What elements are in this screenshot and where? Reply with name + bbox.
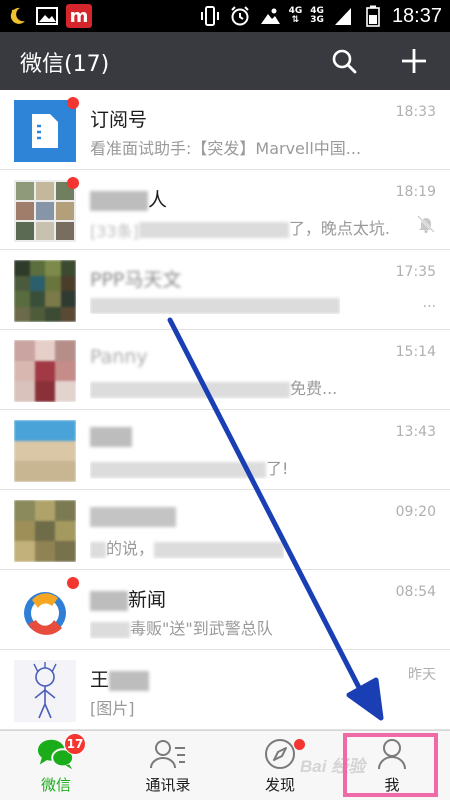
- vibrate-icon: [199, 5, 221, 27]
- chat-time: 17:35: [395, 264, 436, 280]
- mute-bell-icon: [417, 215, 435, 234]
- tab-label: 通讯录: [145, 776, 191, 794]
- status-bar-system: 4G ⇅ 4G 3G 18:37: [199, 3, 442, 29]
- chat-name: 人: [90, 185, 167, 212]
- chat-item[interactable]: PPP马天文 17:35 ...: [0, 250, 450, 330]
- contact-avatar: [14, 420, 76, 482]
- chat-name: [90, 505, 176, 527]
- chat-item[interactable]: Panny 免费... 15:14: [0, 330, 450, 410]
- unread-count-badge: 17: [64, 733, 86, 755]
- status-bar: m 4G ⇅ 4G 3G 18:37: [0, 0, 450, 32]
- status-bar-notifications: m: [6, 4, 92, 28]
- chat-time: 08:54: [395, 584, 436, 600]
- chat-name: 订阅号: [90, 109, 148, 131]
- search-icon: [332, 49, 357, 74]
- chat-preview: 看准面试助手:【突发】Marvell中国...: [90, 139, 362, 158]
- chat-preview: 毒贩"送"到武警总队: [90, 615, 273, 639]
- signal-icon: [332, 5, 354, 27]
- chat-name: Panny: [90, 345, 148, 368]
- chat-item[interactable]: 王 [图片] 昨天: [0, 650, 450, 730]
- tab-contacts[interactable]: 通讯录: [112, 731, 224, 801]
- chat-preview-ellipsis: ...: [422, 295, 436, 311]
- alarm-icon: [229, 5, 251, 27]
- unread-dot: [67, 577, 79, 589]
- contact-avatar: [14, 340, 76, 402]
- news-avatar: [14, 580, 76, 642]
- chat-name: [90, 425, 132, 447]
- document-icon: [32, 114, 58, 148]
- tab-wechat[interactable]: 17 微信: [0, 731, 112, 801]
- chat-time: 18:33: [395, 104, 436, 120]
- chat-item-news[interactable]: 新闻 毒贩"送"到武警总队 08:54: [0, 570, 450, 650]
- chat-time: 昨天: [408, 667, 436, 683]
- weather-icon: [259, 5, 281, 27]
- chat-time: 15:14: [395, 344, 436, 360]
- chat-item[interactable]: 了! 13:43: [0, 410, 450, 490]
- network-dual-indicator: 4G 3G: [310, 6, 324, 25]
- chat-preview: 的说，: [90, 535, 285, 559]
- chat-time: 13:43: [395, 424, 436, 440]
- app-notification-icon: m: [66, 4, 92, 28]
- contacts-icon: [149, 737, 187, 771]
- search-button[interactable]: [328, 45, 360, 77]
- page-title: 微信(17): [20, 52, 110, 77]
- new-content-dot: [294, 739, 305, 750]
- tab-label: 微信: [40, 776, 71, 794]
- unread-dot: [67, 177, 79, 189]
- chat-name: PPP马天文: [90, 269, 182, 291]
- add-button[interactable]: [398, 45, 430, 77]
- clock: 18:37: [391, 4, 442, 27]
- chat-item-subscriptions[interactable]: 订阅号 看准面试助手:【突发】Marvell中国... 18:33: [0, 90, 450, 170]
- app-header: 微信(17): [0, 32, 450, 90]
- network-4g-indicator: 4G ⇅: [288, 6, 303, 25]
- chat-name: 新闻: [90, 585, 166, 612]
- chat-list[interactable]: 订阅号 看准面试助手:【突发】Marvell中国... 18:33 人 [33条…: [0, 90, 450, 730]
- chat-time: 09:20: [395, 504, 436, 520]
- plus-icon: [402, 49, 426, 73]
- subscription-avatar: [14, 100, 76, 162]
- unread-dot: [67, 97, 79, 109]
- annotation-highlight-box: [343, 733, 438, 797]
- contact-avatar: [14, 260, 76, 322]
- chat-preview: [33条] 了，晚点太坑...: [90, 219, 390, 241]
- contact-avatar: [14, 660, 76, 722]
- chat-preview: 了!: [90, 455, 288, 479]
- image-icon: [36, 5, 58, 27]
- battery-icon: [362, 5, 384, 27]
- moon-icon: [6, 5, 28, 27]
- chat-preview: [90, 295, 340, 314]
- chat-item[interactable]: 的说， 09:20: [0, 490, 450, 570]
- tab-label: 发现: [264, 776, 295, 794]
- chat-name: 王: [90, 665, 150, 692]
- group-avatar: [14, 180, 76, 242]
- contact-avatar: [14, 500, 76, 562]
- chat-time: 18:19: [395, 184, 436, 200]
- chat-preview: 免费...: [90, 375, 337, 399]
- chat-item-group[interactable]: 人 [33条] 了，晚点太坑... 18:19: [0, 170, 450, 250]
- chat-preview: [图片]: [90, 699, 135, 718]
